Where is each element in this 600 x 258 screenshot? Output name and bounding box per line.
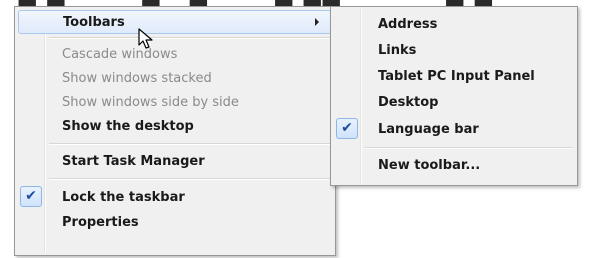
menu-item-label: Properties [62,214,139,230]
menu-separator [49,37,331,39]
submenu-item-language-bar[interactable]: ✔ Language bar [334,117,574,141]
menu-separator [49,178,331,180]
mouse-pointer-icon [138,28,153,49]
menu-item-label: Links [378,42,417,58]
submenu-item-desktop[interactable]: Desktop [334,90,574,114]
menu-item-show-windows-stacked[interactable]: Show windows stacked [18,66,332,90]
menu-item-label: Language bar [378,121,479,137]
submenu-item-new-toolbar[interactable]: New toolbar... [334,153,574,177]
menu-item-start-task-manager[interactable]: Start Task Manager [18,149,332,173]
menu-item-label: Address [378,16,438,32]
submenu-item-address[interactable]: Address [334,12,574,36]
toolbars-submenu: Address Links Tablet PC Input Panel Desk… [330,6,578,186]
check-icon: ✔ [336,118,358,139]
menu-item-label: Show the desktop [62,118,194,134]
menu-item-label: Cascade windows [62,46,178,62]
submenu-item-links[interactable]: Links [334,38,574,62]
menu-item-label: Show windows stacked [62,70,212,86]
menu-item-show-desktop[interactable]: Show the desktop [18,114,332,138]
menu-item-label: New toolbar... [378,157,481,173]
submenu-item-tablet-pc-input-panel[interactable]: Tablet PC Input Panel [334,64,574,88]
menu-item-label: Desktop [378,94,439,110]
menu-item-show-windows-side-by-side[interactable]: Show windows side by side [18,90,332,114]
menu-item-label: Lock the taskbar [62,189,185,205]
menu-item-label: Toolbars [63,14,125,30]
menu-item-label: Tablet PC Input Panel [378,68,535,84]
menu-item-properties[interactable]: Properties [18,210,332,234]
menu-item-cascade-windows[interactable]: Cascade windows [18,42,332,66]
menu-item-toolbars[interactable]: Toolbars [18,10,332,34]
submenu-arrow-icon [315,18,319,26]
check-icon: ✔ [20,186,42,207]
menu-separator [49,143,331,145]
menu-item-label: Start Task Manager [62,153,205,169]
menu-separator [365,147,573,149]
menu-item-label: Show windows side by side [62,94,239,110]
desktop-area: ▀▄ ▄▀ ▀▀ ▄ ▀▄▀ ▀▀▄ ▄▄▀ ▀ ▀ ▀▄ ▄▀▀ ▀ ▀▀▄ … [0,0,600,258]
taskbar-context-menu: Toolbars Cascade windows Show windows st… [14,6,336,256]
menu-item-lock-taskbar[interactable]: ✔ Lock the taskbar [18,185,332,209]
